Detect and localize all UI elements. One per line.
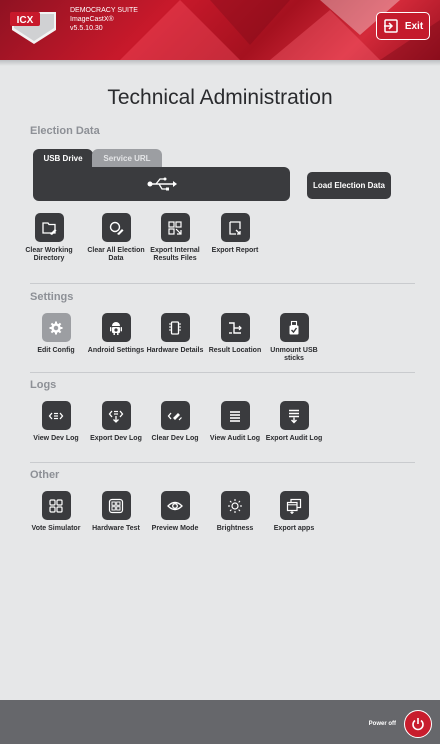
log-view-icon [48,412,64,419]
tool-label: Export Dev Log [90,435,142,442]
android-settings-button[interactable]: Android Settings [86,313,146,355]
hardware-test-button[interactable]: Hardware Test [86,491,146,533]
product-name: ImageCastX® [70,16,114,23]
search-eraser-icon [109,221,124,235]
load-election-data-button[interactable]: Load Election Data [307,172,391,199]
export-report-icon [229,220,241,235]
tool-label: Hardware Details [146,347,204,354]
sun-icon [228,498,242,513]
clear-all-election-data-button[interactable]: Clear All Election Data [86,213,146,263]
section-title-election-data: Election Data [30,125,100,137]
footer-bar: Power off [0,700,440,744]
export-internal-results-files-button[interactable]: Export Internal Results Files [145,213,205,263]
tool-label: Clear All Election Data [87,247,145,262]
windows-export-icon [286,498,302,514]
result-location-button[interactable]: Result Location [205,313,265,355]
export-grid-icon [168,220,182,235]
power-off-label: Power off [368,721,396,727]
tool-label: View Dev Log [33,435,79,442]
chip-icon [169,320,181,335]
unmount-usb-sticks-button[interactable]: Unmount USB sticks [264,313,324,363]
divider [30,372,415,373]
suite-name: DEMOCRACY SUITE [70,7,138,14]
tool-label: Preview Mode [151,525,199,532]
view-audit-log-button[interactable]: View Audit Log [205,401,265,443]
section-title-logs: Logs [30,379,57,391]
tab-usb-drive[interactable]: USB Drive [33,149,93,168]
export-apps-button[interactable]: Export apps [264,491,324,533]
tool-label: Hardware Test [92,525,140,532]
list-icon [230,410,240,422]
exit-label: Exit [404,20,424,32]
section-title-settings: Settings [30,291,74,303]
export-audit-log-button[interactable]: Export Audit Log [264,401,324,443]
list-export-icon [289,409,299,423]
header-shadow [0,60,440,66]
exit-icon [383,19,398,33]
android-icon [110,321,122,335]
hardware-grid-icon [108,498,124,513]
gear-icon [49,321,63,334]
export-report-button[interactable]: Export Report [205,213,265,255]
brightness-button[interactable]: Brightness [205,491,265,533]
app-header: ICX DEMOCRACY SUITE ImageCastX® v5.5.10.… [0,0,440,60]
app-info: DEMOCRACY SUITE ImageCastX® v5.5.10.30 [70,6,138,33]
log-export-icon [108,410,124,423]
tool-label: Android Settings [87,347,145,354]
version-label: v5.5.10.30 [70,25,103,32]
usb-stick-icon [289,320,299,334]
clear-working-directory-button[interactable]: Clear Working Directory [19,213,79,263]
vote-simulator-button[interactable]: Vote Simulator [26,491,86,533]
clear-dev-log-button[interactable]: Clear Dev Log [145,401,205,443]
tool-label: View Audit Log [209,435,261,442]
tool-label: Vote Simulator [31,525,81,532]
icx-logo: ICX [10,12,56,44]
folder-eraser-icon [42,221,57,235]
tool-label: Clear Dev Log [151,435,199,442]
tool-label: Brightness [216,525,254,532]
tool-label: Edit Config [37,347,75,354]
export-dev-log-button[interactable]: Export Dev Log [86,401,146,443]
tool-label: Export apps [273,525,315,532]
tab-service-url[interactable]: Service URL [92,149,162,168]
usb-icon [147,177,177,191]
tool-label: Export Report [211,247,259,254]
tool-label: Export Audit Log [265,435,323,442]
tool-label: Result Location [208,347,262,354]
eye-icon [167,501,183,510]
exit-button[interactable]: Exit [376,12,430,40]
preview-mode-button[interactable]: Preview Mode [145,491,205,533]
page-title: Technical Administration [107,86,333,109]
usb-drive-panel [33,167,290,201]
grid-icon [49,498,63,513]
logo-text: ICX [17,15,34,26]
power-off-button[interactable] [404,710,432,738]
hardware-details-button[interactable]: Hardware Details [145,313,205,355]
divider [30,462,415,463]
view-dev-log-button[interactable]: View Dev Log [26,401,86,443]
power-icon [412,718,424,731]
result-location-icon [229,321,242,334]
section-title-other: Other [30,469,60,481]
divider [30,283,415,284]
tool-label: Unmount USB sticks [270,347,318,362]
tool-label: Export Internal Results Files [150,247,200,262]
tool-label: Clear Working Directory [25,247,73,262]
log-clear-icon [167,412,182,420]
edit-config-button[interactable]: Edit Config [26,313,86,355]
